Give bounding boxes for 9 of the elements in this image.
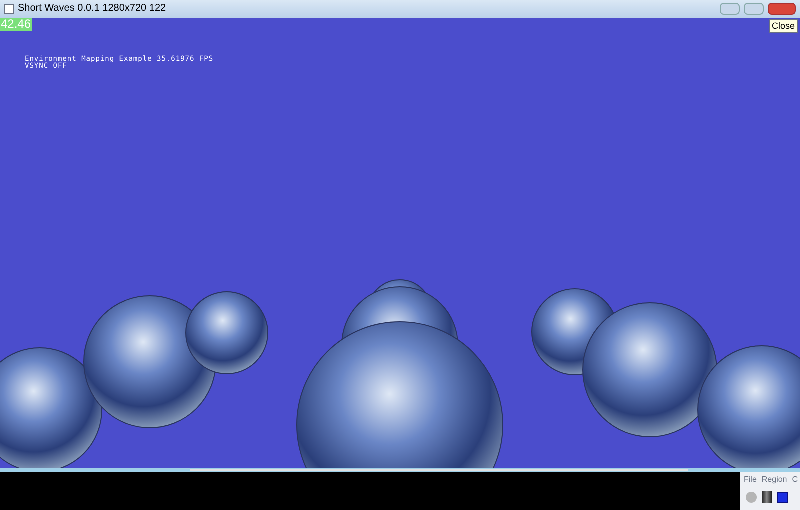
fps-badge: 42.46 bbox=[0, 18, 32, 31]
window-title: Short Waves 0.0.1 1280x720 122 bbox=[18, 4, 166, 14]
menu-item[interactable]: C bbox=[792, 475, 798, 485]
menu-item[interactable]: File bbox=[744, 475, 757, 485]
tooltip: Close bbox=[768, 19, 798, 33]
square-icon[interactable] bbox=[777, 492, 788, 502]
close-button[interactable] bbox=[768, 3, 796, 15]
menu-item[interactable]: Region bbox=[762, 475, 788, 485]
app-icon bbox=[4, 4, 14, 14]
